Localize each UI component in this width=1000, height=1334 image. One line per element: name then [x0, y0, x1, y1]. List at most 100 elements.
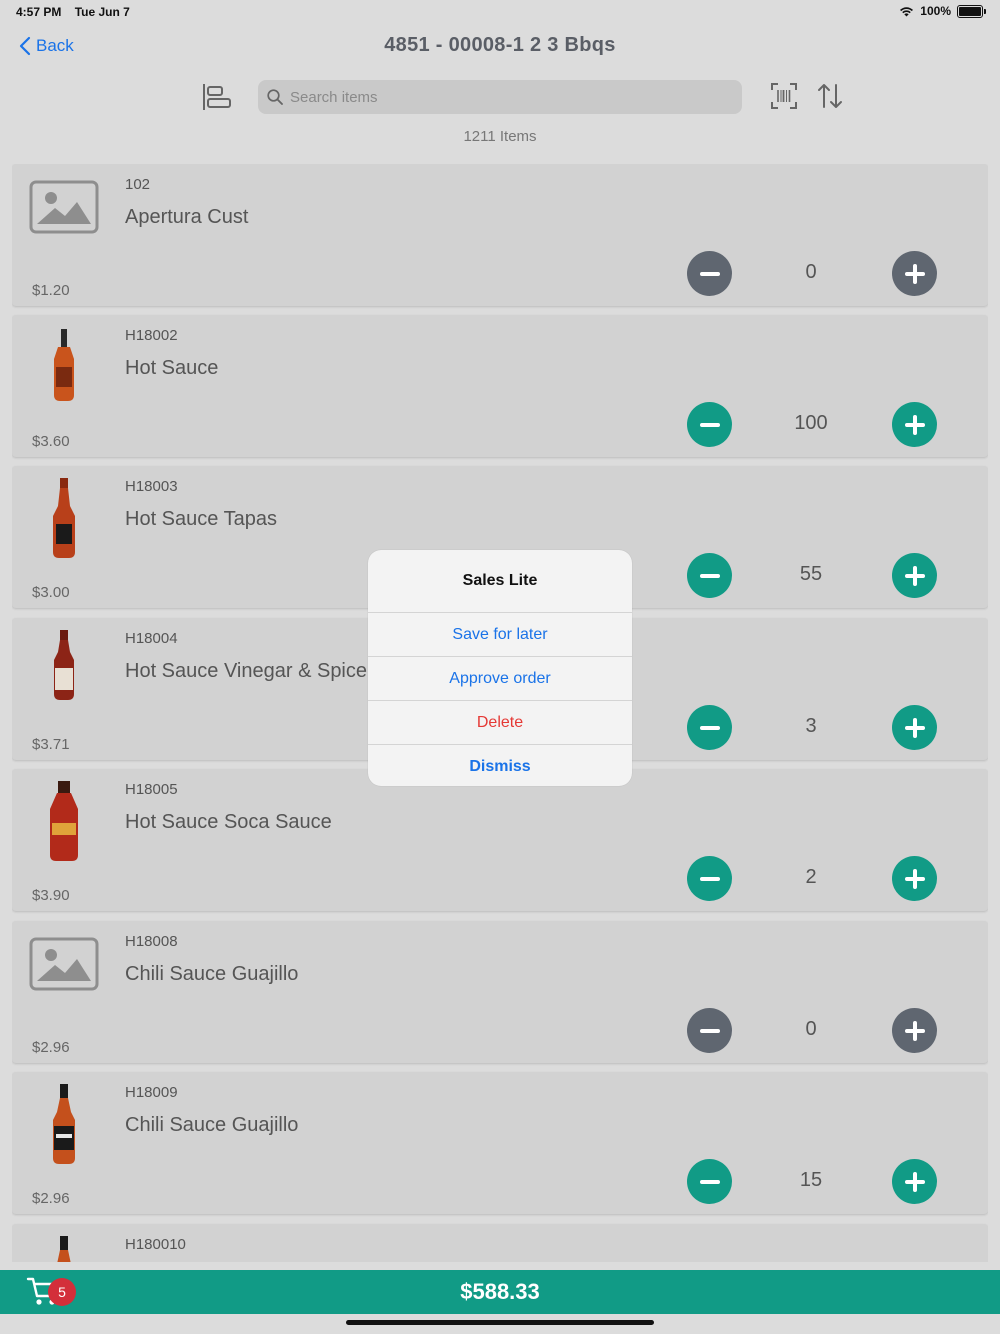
item-code: H180010: [125, 1236, 186, 1253]
battery-percent: 100%: [920, 4, 951, 18]
placeholder-image-icon: [29, 180, 99, 234]
minus-icon: [699, 718, 720, 738]
item-name: Hot Sauce Soca Sauce: [125, 811, 332, 833]
minus-icon: [699, 869, 720, 889]
increment-button[interactable]: [892, 553, 937, 598]
cart-footer[interactable]: 5 $588.33: [0, 1270, 1000, 1314]
save-for-later-button[interactable]: Save for later: [368, 612, 632, 656]
dialog-title: Sales Lite: [462, 572, 538, 589]
item-name: Hot Sauce Tapas: [125, 508, 277, 530]
item-image: [28, 779, 100, 861]
item-card[interactable]: 102 Apertura Cust $1.20 0: [12, 164, 988, 306]
quantity-value: 55: [799, 563, 823, 585]
navigation-bar: Back 4851 - 00008-1 2 3 Bbqs: [0, 28, 1000, 68]
status-bar: 4:57 PM Tue Jun 7 100%: [0, 0, 1000, 24]
delete-button[interactable]: Delete: [368, 700, 632, 744]
decrement-button[interactable]: [687, 1159, 732, 1204]
item-code: 102: [125, 176, 151, 193]
item-name: Hot Sauce: [125, 357, 219, 379]
item-code: H18005: [125, 781, 178, 798]
increment-button[interactable]: [892, 1159, 937, 1204]
align-left-icon[interactable]: [200, 80, 232, 114]
item-price: $3.71: [32, 736, 70, 753]
quantity-value: 0: [805, 261, 817, 283]
quantity-value: 100: [794, 412, 828, 434]
decrement-button[interactable]: [687, 1008, 732, 1053]
quantity-value: 0: [805, 1018, 817, 1040]
decrement-button[interactable]: [687, 402, 732, 447]
decrement-button[interactable]: [687, 553, 732, 598]
sauce-bottle-image: [53, 478, 75, 558]
item-card[interactable]: H18002 Hot Sauce $3.60 100: [12, 315, 988, 457]
item-image: [28, 1082, 100, 1164]
item-image: [28, 325, 100, 405]
item-card[interactable]: H18008 Chili Sauce Guajillo $2.96 0: [12, 921, 988, 1063]
item-name: Chili Sauce Guajillo: [125, 1114, 299, 1136]
item-code: H18004: [125, 630, 178, 647]
action-dialog: Sales Lite Save for later Approve order …: [368, 550, 632, 786]
sauce-bottle-image: [57, 1236, 71, 1262]
search-icon: [267, 89, 283, 105]
minus-icon: [699, 566, 720, 586]
status-date: Tue Jun 7: [74, 5, 130, 19]
plus-icon: [904, 868, 925, 889]
item-code: H18008: [125, 933, 178, 950]
approve-order-button[interactable]: Approve order: [368, 656, 632, 700]
item-card[interactable]: H180010: [12, 1224, 988, 1262]
order-total: $588.33: [460, 1279, 540, 1304]
increment-button[interactable]: [892, 705, 937, 750]
battery-icon: [957, 4, 983, 18]
plus-icon: [904, 414, 925, 435]
search-bar[interactable]: [258, 80, 742, 114]
quantity-value: 15: [799, 1169, 823, 1191]
sauce-bottle-image: [50, 781, 78, 861]
wifi-icon: [900, 6, 914, 16]
increment-button[interactable]: [892, 402, 937, 447]
item-code: H18003: [125, 478, 178, 495]
item-card[interactable]: H18005 Hot Sauce Soca Sauce $3.90 2: [12, 769, 988, 911]
decrement-button[interactable]: [687, 705, 732, 750]
item-name: Hot Sauce Vinegar & Spice: [125, 660, 368, 682]
decrement-button[interactable]: [687, 251, 732, 296]
item-image: [28, 931, 100, 1011]
quantity-value: 2: [805, 866, 817, 888]
minus-icon: [699, 1021, 720, 1041]
sauce-bottle-image: [54, 630, 74, 700]
minus-icon: [699, 415, 720, 435]
minus-icon: [699, 264, 720, 284]
minus-icon: [699, 1172, 720, 1192]
quantity-value: 3: [805, 715, 817, 737]
item-count: 1211 Items: [463, 128, 537, 145]
plus-icon: [904, 1171, 925, 1192]
item-price: $3.60: [32, 433, 70, 450]
placeholder-image-icon: [29, 937, 99, 991]
item-price: $2.96: [32, 1190, 70, 1207]
item-price: $1.20: [32, 282, 70, 299]
sort-icon[interactable]: [816, 82, 844, 110]
home-indicator: [346, 1320, 654, 1325]
toolbar: [0, 78, 1000, 118]
plus-icon: [904, 263, 925, 284]
sauce-bottle-image: [54, 329, 74, 401]
status-time: 4:57 PM: [16, 5, 62, 19]
plus-icon: [904, 1020, 925, 1041]
item-price: $3.90: [32, 887, 70, 904]
item-image: [28, 628, 100, 708]
item-price: $3.00: [32, 584, 70, 601]
plus-icon: [904, 717, 925, 738]
plus-icon: [904, 565, 925, 586]
decrement-button[interactable]: [687, 856, 732, 901]
search-input[interactable]: [288, 87, 732, 107]
item-image: [28, 174, 100, 254]
increment-button[interactable]: [892, 251, 937, 296]
page-title: 4851 - 00008-1 2 3 Bbqs: [384, 34, 616, 56]
item-card[interactable]: H18009 Chili Sauce Guajillo $2.96 15: [12, 1072, 988, 1214]
item-image: [28, 1234, 100, 1262]
item-code: H18002: [125, 327, 178, 344]
increment-button[interactable]: [892, 856, 937, 901]
barcode-scan-icon[interactable]: [770, 82, 798, 110]
item-price: $2.96: [32, 1039, 70, 1056]
item-image: [28, 476, 100, 558]
dismiss-button[interactable]: Dismiss: [368, 744, 632, 786]
increment-button[interactable]: [892, 1008, 937, 1053]
